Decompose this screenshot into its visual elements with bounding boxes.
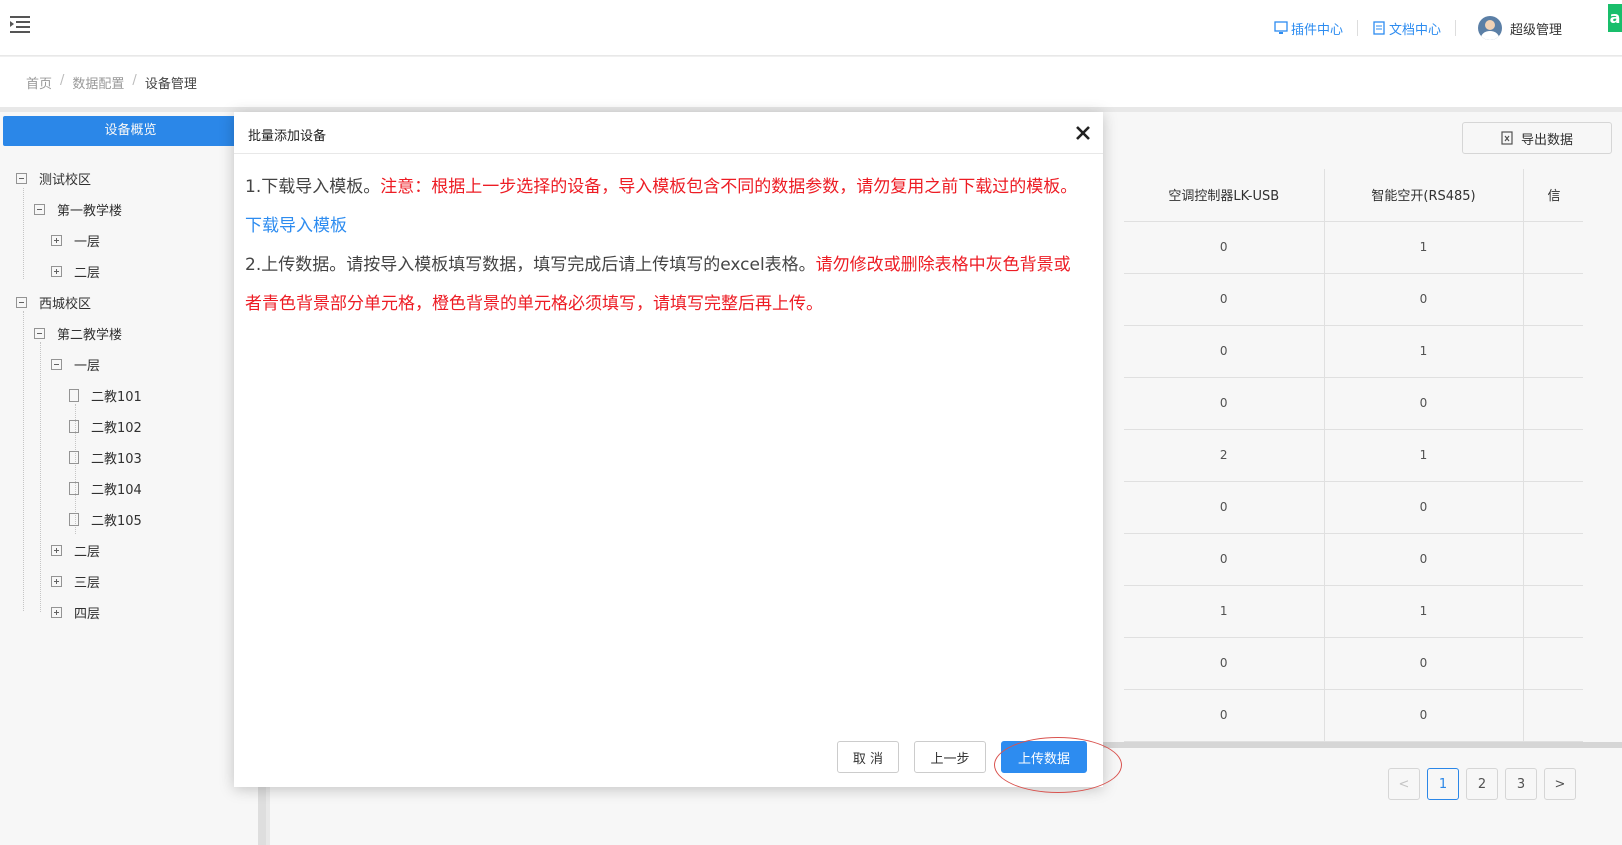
step-1-prefix: 1.下载导入模板。 [245,177,381,197]
step-1-text: 1.下载导入模板。注意：根据上一步选择的设备，导入模板包含不同的数据参数，请勿复… [245,168,1085,207]
step-2-text: 2.上传数据。请按导入模板填写数据，填写完成后请上传填写的excel表格。请勿修… [245,246,1085,324]
plugin-center-link[interactable]: 插件中心 [1260,20,1358,38]
breadcrumb: 首页 / 数据配置 / 设备管理 [26,73,197,92]
breadcrumb-separator: / [132,73,137,88]
user-name: 超级管理 [1509,22,1562,38]
user-menu[interactable]: 超级管理 [1456,16,1562,40]
doc-center-link[interactable]: 文档中心 [1358,20,1456,38]
close-icon[interactable] [1075,125,1091,141]
breadcrumb-current: 设备管理 [144,77,197,92]
batch-add-device-modal: 批量添加设备 1.下载导入模板。注意：根据上一步选择的设备，导入模板包含不同的数… [234,112,1103,787]
avatar [1477,16,1502,40]
corner-badge[interactable]: a [1608,4,1622,32]
step-2-prefix: 2.上传数据。请按导入模板填写数据，填写完成后请上传填写的excel表格。 [245,255,816,275]
upload-data-button[interactable]: 上传数据 [1001,741,1087,773]
breadcrumb-bar: 首页 / 数据配置 / 设备管理 [0,57,1622,107]
document-icon [1373,21,1385,35]
modal-footer: 取 消 上一步 上传数据 [234,731,1103,787]
menu-toggle-icon[interactable] [10,14,32,34]
doc-center-label: 文档中心 [1388,22,1441,38]
plugin-center-label: 插件中心 [1290,22,1343,38]
breadcrumb-separator: / [60,73,65,88]
step-1-warning: 注意：根据上一步选择的设备，导入模板包含不同的数据参数，请勿复用之前下载过的模板… [380,177,1078,197]
cancel-button[interactable]: 取 消 [837,741,899,773]
top-header: 插件中心 文档中心 超级管理 a [0,0,1622,56]
modal-body: 1.下载导入模板。注意：根据上一步选择的设备，导入模板包含不同的数据参数，请勿复… [245,168,1085,324]
top-links: 插件中心 文档中心 超级管理 [1260,16,1562,40]
previous-step-button[interactable]: 上一步 [914,741,986,773]
modal-header: 批量添加设备 [234,112,1103,154]
monitor-icon [1274,21,1288,34]
breadcrumb-home[interactable]: 首页 [26,73,52,92]
download-template-link[interactable]: 下载导入模板 [245,207,347,246]
download-row: 下载导入模板 [245,207,1085,246]
modal-title: 批量添加设备 [248,129,327,144]
breadcrumb-data-config[interactable]: 数据配置 [72,73,124,92]
